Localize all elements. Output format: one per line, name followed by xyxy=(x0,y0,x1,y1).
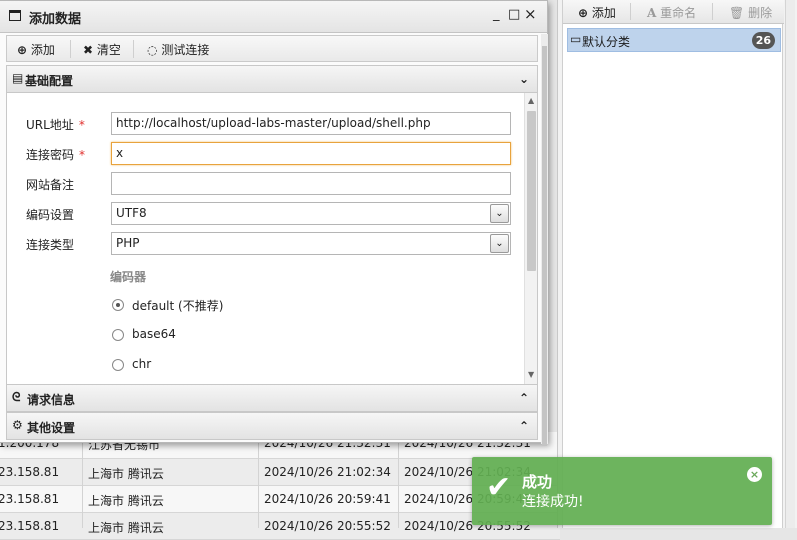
scrollbar[interactable] xyxy=(785,0,795,528)
encoder-radio-base64[interactable] xyxy=(112,329,124,341)
test-connection-button[interactable]: ◌ 测试连接 xyxy=(147,41,209,58)
delete-category-button[interactable]: 🗑 删除 xyxy=(729,4,772,21)
location-cell: 上海市 腾讯云 xyxy=(88,494,164,508)
plus-circle-icon: ⊕ xyxy=(17,43,28,57)
minimize-button[interactable]: _ xyxy=(493,7,500,22)
scroll-up-icon[interactable]: ▲ xyxy=(528,96,534,105)
scroll-down-icon[interactable]: ▼ xyxy=(528,370,534,379)
ip-cell: 23.158.81 xyxy=(0,492,60,506)
type-label: 连接类型 xyxy=(26,238,75,252)
encoder-label: 编码器 xyxy=(110,270,147,284)
category-panel: ⊕ 添加 A 重命名 🗑 删除 ▭ 默认分类 26 xyxy=(557,0,797,528)
column-divider xyxy=(82,432,83,528)
chevron-up-icon: ⌃ xyxy=(518,419,529,433)
add-data-dialog: 添加数据 _ □ × ⊕ 添加 ✖ 清空 ◌ 测试连接 ▤ 基础配置 ⌄ URL… xyxy=(0,0,548,446)
add-category-button[interactable]: ⊕ 添加 xyxy=(578,4,616,21)
font-icon: A xyxy=(647,6,657,20)
created-cell: 2024/10/26 20:59:41 xyxy=(264,492,391,506)
count-badge: 26 xyxy=(751,32,775,49)
encoder-label-base64: base64 xyxy=(132,327,176,341)
column-divider xyxy=(258,432,259,528)
created-cell: 2024/10/26 20:55:52 xyxy=(264,519,391,533)
times-icon: ✖ xyxy=(83,43,94,57)
chevron-down-icon[interactable]: ⌄ xyxy=(490,204,509,223)
location-cell: 上海市 腾讯云 xyxy=(88,467,164,481)
rename-category-button[interactable]: A 重命名 xyxy=(647,4,696,21)
section-title: 基础配置 xyxy=(25,74,74,88)
clear-button[interactable]: ✖ 清空 xyxy=(83,41,121,58)
type-select[interactable]: PHP ⌄ xyxy=(111,232,511,255)
category-toolbar: ⊕ 添加 A 重命名 🗑 删除 xyxy=(563,0,784,24)
dialog-scrollbar[interactable] xyxy=(541,34,548,446)
note-input[interactable] xyxy=(111,172,511,195)
success-toast: ✔ 成功 连接成功! × xyxy=(472,457,772,525)
type-value: PHP xyxy=(116,236,140,250)
spinner-icon: ◌ xyxy=(147,43,158,57)
url-input[interactable]: http://localhost/upload-labs-master/uplo… xyxy=(111,112,511,135)
section-title: 请求信息 xyxy=(27,393,76,407)
category-list: ⊕ 添加 A 重命名 🗑 删除 ▭ 默认分类 26 xyxy=(562,0,784,528)
password-input[interactable]: x xyxy=(111,142,511,165)
toast-message: 连接成功! xyxy=(522,494,584,510)
section-request-header[interactable]: ᘓ 请求信息 ⌃ xyxy=(6,384,538,412)
encoder-label-chr: chr xyxy=(132,357,152,371)
cogs-icon: ⚙ xyxy=(12,418,23,432)
url-label: URL地址 * xyxy=(26,118,85,132)
scrollbar-thumb[interactable] xyxy=(527,111,536,271)
form-scrollbar[interactable]: ▲ ▼ xyxy=(524,93,537,384)
plus-circle-icon: ⊕ xyxy=(578,6,589,20)
category-item-default[interactable]: ▭ 默认分类 26 xyxy=(567,28,781,52)
check-icon: ✔ xyxy=(486,470,512,505)
category-label: 默认分类 xyxy=(582,35,631,49)
password-label: 连接密码 * xyxy=(26,148,86,162)
toolbar-divider xyxy=(630,3,631,20)
basic-config-form: URL地址 * http://localhost/upload-labs-mast… xyxy=(6,93,538,384)
required-mark: * xyxy=(79,148,86,162)
ip-cell: 23.158.81 xyxy=(0,519,60,533)
toolbar-divider xyxy=(70,40,71,58)
maximize-button[interactable]: □ xyxy=(508,7,520,22)
encoding-label: 编码设置 xyxy=(26,208,75,222)
section-basic-header[interactable]: ▤ 基础配置 ⌄ xyxy=(6,65,538,93)
chevron-down-icon: ⌄ xyxy=(518,72,529,86)
toast-title: 成功 xyxy=(522,473,553,491)
file-icon: ▤ xyxy=(12,71,24,85)
toolbar-divider xyxy=(712,3,713,20)
dialog-title: 添加数据 xyxy=(29,12,82,27)
toolbar-divider xyxy=(133,40,134,58)
close-icon[interactable]: × xyxy=(747,467,762,482)
hand-icon: ᘓ xyxy=(12,390,21,404)
encoding-value: UTF8 xyxy=(116,206,147,220)
encoder-label-default: default (不推荐) xyxy=(132,299,224,313)
required-mark: * xyxy=(78,118,85,132)
window-icon xyxy=(9,10,21,21)
trash-icon: 🗑 xyxy=(729,6,745,20)
folder-icon: ▭ xyxy=(570,32,582,46)
dialog-titlebar[interactable]: 添加数据 _ □ × xyxy=(0,1,547,33)
encoding-select[interactable]: UTF8 ⌄ xyxy=(111,202,511,225)
close-button[interactable]: × xyxy=(524,5,537,23)
add-button[interactable]: ⊕ 添加 xyxy=(17,41,55,58)
ip-cell: 23.158.81 xyxy=(0,465,60,479)
encoder-radio-chr[interactable] xyxy=(112,359,124,371)
chevron-up-icon: ⌃ xyxy=(518,391,529,405)
encoder-radio-default[interactable] xyxy=(112,299,124,311)
scrollbar-thumb[interactable] xyxy=(542,46,547,446)
chevron-down-icon[interactable]: ⌄ xyxy=(490,234,509,253)
created-cell: 2024/10/26 21:02:34 xyxy=(264,465,391,479)
note-label: 网站备注 xyxy=(26,178,75,192)
section-other-header[interactable]: ⚙ 其他设置 ⌃ xyxy=(6,412,538,440)
dialog-toolbar: ⊕ 添加 ✖ 清空 ◌ 测试连接 xyxy=(6,35,538,62)
column-divider xyxy=(398,432,399,528)
section-title: 其他设置 xyxy=(27,421,76,435)
